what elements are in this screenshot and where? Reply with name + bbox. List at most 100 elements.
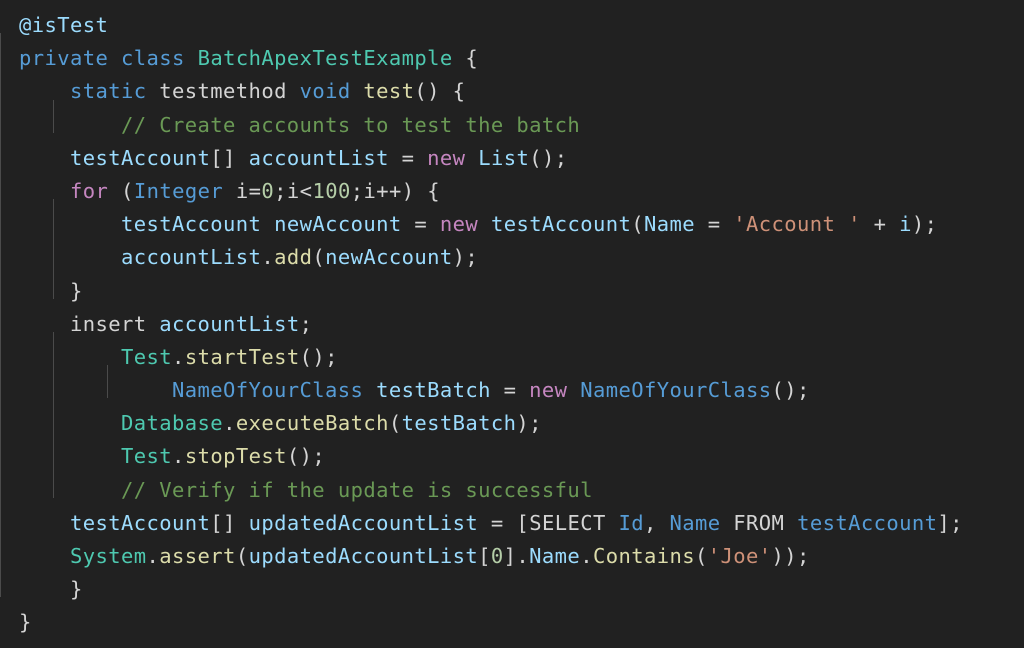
dot: . — [172, 344, 185, 369]
parens-semicolon: (); — [299, 344, 338, 369]
method-executebatch: executeBatch — [235, 411, 389, 436]
number-zero: 0 — [261, 178, 275, 203]
close-index-dot: ]. — [503, 544, 530, 568]
soql-field-name: Name — [669, 510, 721, 535]
code-editor[interactable]: @isTest private class BatchApexTestExamp… — [0, 0, 1024, 648]
variable-i: i — [899, 212, 912, 237]
type-testaccount: testAccount — [121, 212, 262, 237]
soql-field-id: Id — [618, 510, 644, 535]
close-paren-semicolon: ); — [911, 212, 938, 237]
code-line-6: for (Integer i=0;i<100;i++) { — [19, 175, 1024, 208]
code-line-12: NameOfYourClass testBatch = new NameOfYo… — [19, 374, 1024, 407]
annotation-istest: @isTest — [19, 13, 109, 37]
keyword-insert: insert — [70, 311, 147, 336]
code-line-10: insert accountList; — [19, 308, 1024, 341]
class-system: System — [70, 544, 147, 568]
plus-operator: + — [873, 212, 887, 237]
type-nameofyourclass: NameOfYourClass — [172, 378, 364, 403]
class-test: Test — [121, 444, 173, 469]
soql-object-testaccount: testAccount — [797, 510, 938, 535]
open-index: [ — [478, 544, 491, 568]
code-line-11: Test.startTest(); — [19, 341, 1024, 374]
index-zero: 0 — [490, 544, 504, 568]
code-line-2: private class BatchApexTestExample { — [19, 42, 1024, 75]
code-line-5: testAccount[] accountList = new List(); — [19, 142, 1024, 175]
constructor-nameofyourclass: NameOfYourClass — [580, 378, 772, 403]
string-account: 'Account ' — [733, 212, 861, 237]
code-content[interactable]: @isTest private class BatchApexTestExamp… — [0, 0, 1024, 640]
keyword-static: static — [70, 79, 147, 104]
close-brace: } — [70, 278, 83, 303]
equals: = — [248, 178, 262, 203]
code-line-1: @isTest — [19, 9, 1024, 42]
indent-guide-level1 — [0, 33, 1, 598]
open-paren-2: ( — [694, 544, 708, 568]
constructor-list: List — [478, 145, 530, 170]
keyword-for: for — [70, 178, 109, 203]
code-line-16: testAccount[] updatedAccountList = [SELE… — [19, 507, 1024, 540]
variable-updatedaccountlist: updatedAccountList — [248, 510, 479, 535]
semicolon-2: ; — [350, 178, 364, 203]
semicolon: ; — [299, 311, 313, 336]
soql-from: FROM — [733, 510, 785, 535]
parens-semicolon: (); — [286, 444, 326, 469]
variable-accountlist: accountList — [121, 245, 262, 270]
variable-accountlist: accountList — [159, 311, 300, 336]
keyword-private: private — [19, 46, 109, 71]
code-line-7: testAccount newAccount = new testAccount… — [19, 208, 1024, 241]
loop-var-i-2: i — [286, 178, 300, 203]
comment-create-accounts: // Create accounts to test the batch — [121, 112, 581, 137]
number-hundred: 100 — [312, 178, 351, 203]
keyword-new: new — [529, 378, 568, 403]
variable-testbatch: testBatch — [376, 378, 491, 403]
class-name-batchapextestexample: BatchApexTestExample — [197, 46, 453, 71]
method-contains: Contains — [592, 544, 695, 568]
type-testaccount: testAccount — [70, 510, 211, 535]
type-integer: Integer — [133, 178, 224, 203]
keyword-void: void — [299, 79, 351, 104]
open-brace: { — [465, 46, 479, 71]
constructor-testaccount: testAccount — [490, 212, 632, 237]
keyword-class: class — [121, 46, 185, 71]
code-line-3: static testmethod void test() { — [19, 75, 1024, 108]
method-assert: assert — [159, 544, 236, 568]
keyword-new: new — [439, 212, 479, 237]
variable-accountlist: accountList — [248, 145, 389, 170]
close-paren-semicolon: ); — [452, 245, 479, 270]
code-line-15: // Verify if the update is successful — [19, 474, 1024, 507]
assign-operator: = — [490, 510, 504, 535]
close-paren-semicolon: ); — [516, 411, 542, 436]
code-line-9: } — [19, 275, 1024, 308]
array-brackets: [] — [210, 510, 236, 535]
parens: () — [414, 79, 440, 104]
close-brace: } — [19, 610, 32, 635]
open-paren: ( — [121, 178, 134, 203]
